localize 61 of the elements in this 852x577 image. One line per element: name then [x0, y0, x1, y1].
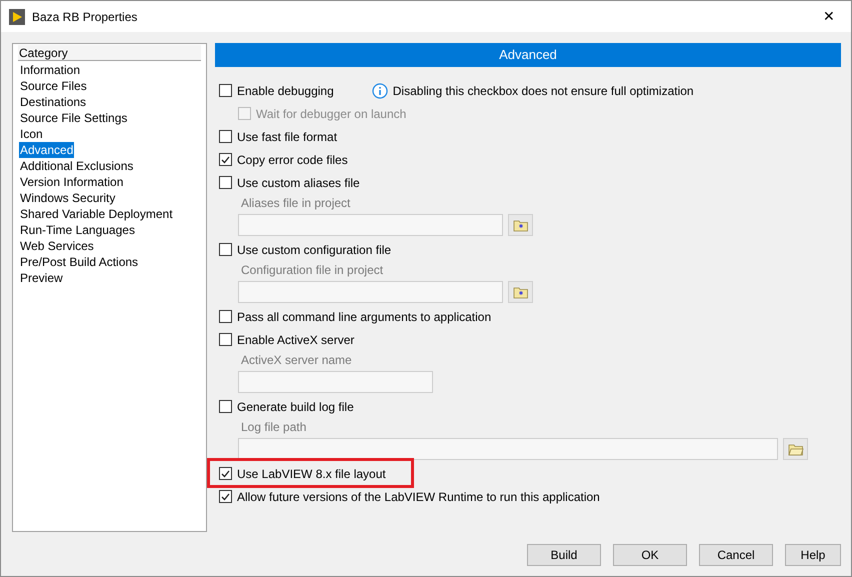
checkbox[interactable]: [219, 243, 232, 256]
category-item[interactable]: Destinations: [19, 94, 88, 110]
info-note: Disabling this checkbox does not ensure full optimization: [392, 82, 694, 100]
category-item[interactable]: Advanced: [19, 142, 74, 158]
category-item[interactable]: Windows Security: [19, 190, 116, 206]
checkbox[interactable]: [219, 467, 232, 480]
dialog-button[interactable]: Help: [785, 544, 841, 566]
panel-header: Advanced: [215, 43, 841, 67]
field-label: Log file path: [241, 419, 306, 436]
field-label: Aliases file in project: [241, 195, 350, 212]
checkbox[interactable]: [219, 130, 232, 143]
window-title: Baza RB Properties: [32, 8, 138, 26]
folder-icon: [788, 442, 804, 456]
input-field[interactable]: [238, 281, 503, 303]
app-icon: [9, 8, 25, 24]
browse-button[interactable]: [783, 438, 808, 460]
input-field[interactable]: [238, 371, 433, 393]
close-button[interactable]: ✕: [819, 6, 839, 27]
checkbox[interactable]: [219, 400, 232, 413]
checkmark-icon: [221, 470, 230, 478]
category-item[interactable]: Run-Time Languages: [19, 222, 136, 238]
checkbox[interactable]: [219, 333, 232, 346]
category-item[interactable]: Information: [19, 62, 82, 78]
category-item[interactable]: Shared Variable Deployment: [19, 206, 174, 222]
category-item[interactable]: Source File Settings: [19, 110, 128, 126]
checkbox[interactable]: [219, 153, 232, 166]
category-item[interactable]: Preview: [19, 270, 64, 286]
checkbox-label: Pass all command line arguments to application: [237, 308, 492, 326]
checkbox[interactable]: [219, 176, 232, 189]
folder-icon: [512, 218, 528, 232]
input-field[interactable]: [238, 214, 503, 236]
checkbox-label: Enable ActiveX server: [237, 332, 354, 348]
info-icon: [372, 82, 388, 98]
checkbox-label: Use custom configuration file: [237, 242, 392, 258]
checkbox-label: Generate build log file: [237, 398, 354, 416]
category-item[interactable]: Web Services: [19, 238, 95, 254]
checkbox-label: Enable debugging: [237, 82, 334, 100]
category-item[interactable]: Version Information: [19, 174, 124, 190]
checkbox[interactable]: [219, 84, 232, 97]
checkbox-label: Use LabVIEW 8.x file layout: [237, 466, 386, 482]
category-item[interactable]: Additional Exclusions: [19, 158, 134, 174]
field-label: Configuration file in project: [241, 262, 384, 279]
checkmark-icon: [221, 492, 230, 500]
dialog-button[interactable]: OK: [613, 544, 687, 566]
category-item[interactable]: Source Files: [19, 78, 88, 94]
category-item[interactable]: Pre/Post Build Actions: [19, 254, 140, 270]
checkbox[interactable]: [219, 310, 232, 323]
checkbox[interactable]: [219, 490, 232, 503]
checkbox-label: Wait for debugger on launch: [256, 106, 406, 122]
checkbox-label: Use fast file format: [237, 128, 338, 146]
list-header: Category: [18, 45, 201, 61]
checkmark-icon: [221, 156, 230, 164]
input-field[interactable]: [238, 438, 778, 460]
field-label: ActiveX server name: [241, 352, 352, 369]
dialog-button[interactable]: Build: [527, 544, 601, 566]
folder-icon: [512, 286, 528, 298]
dialog-button[interactable]: Cancel: [699, 544, 773, 566]
checkbox-label: Use custom aliases file: [237, 174, 360, 192]
checkbox-label: Copy error code files: [237, 152, 348, 168]
checkbox-label: Allow future versions of the LabVIEW Runtime to run this application: [237, 488, 600, 506]
category-item[interactable]: Icon: [19, 126, 44, 142]
